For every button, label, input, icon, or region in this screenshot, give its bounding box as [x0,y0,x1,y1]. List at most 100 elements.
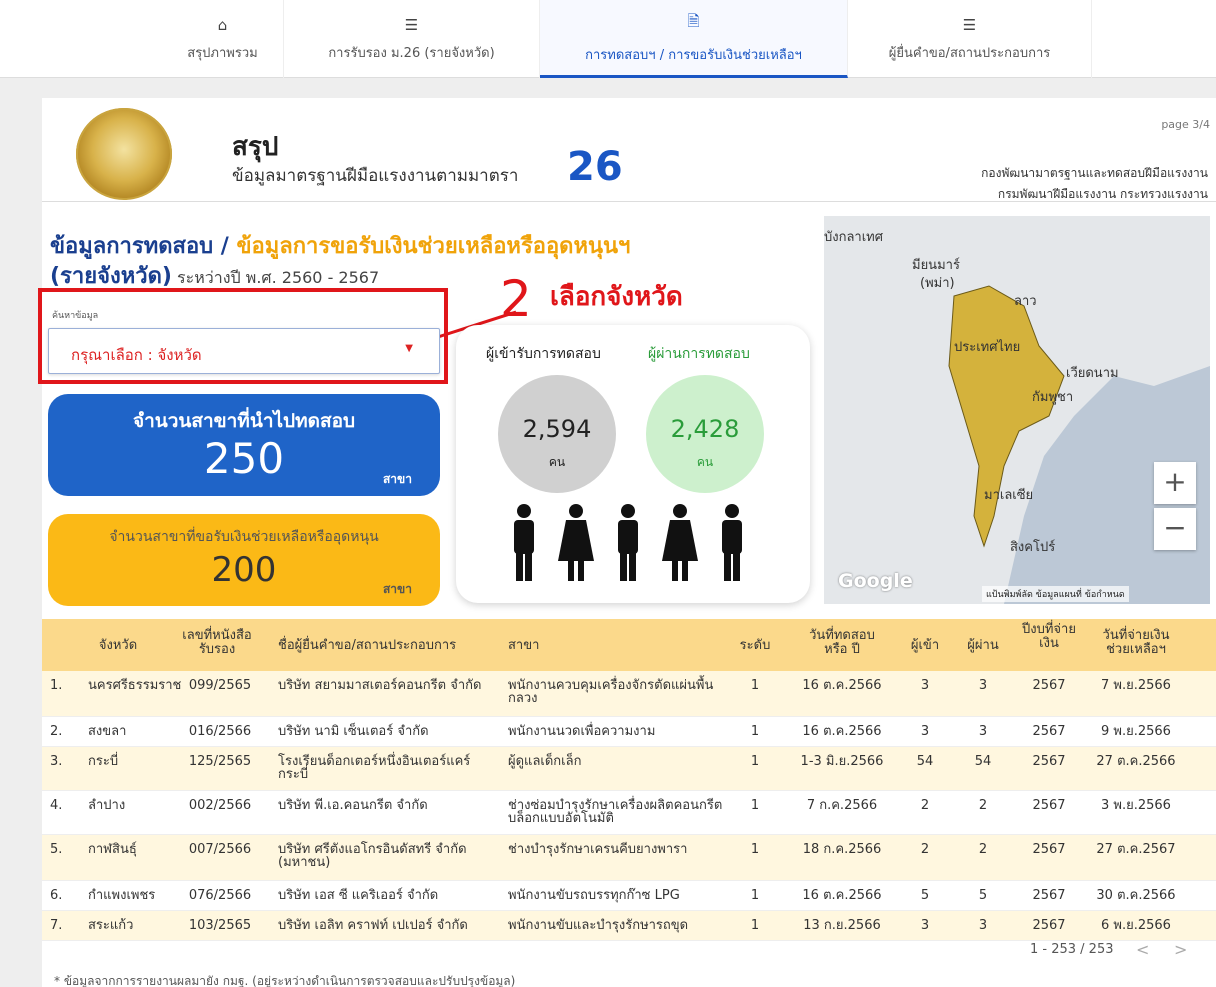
examinees-circle: 2,594 คน [498,375,616,493]
people-icons [514,504,742,581]
woman-icon [558,504,594,581]
cell-province: นครศรีธรรมราช [88,678,182,693]
row-index: 1. [50,678,63,693]
cell-examinees: 3 [920,678,930,693]
row-index: 7. [50,918,63,933]
kpi-tested-label: จำนวนสาขาที่นำไปทดสอบ [132,410,356,432]
cell-level: 1 [750,678,760,693]
document-icon: 🗎 [687,11,700,30]
cell-passed: 3 [978,918,988,933]
col-fiscal-year[interactable]: ปีงบที่จ่ายเงิน [1022,623,1076,651]
section-period: ระหว่างปี พ.ศ. 2560 - 2567 [171,268,380,287]
section-title-part1: ข้อมูลการทดสอบ / [50,234,237,259]
next-page-button[interactable]: > [1174,940,1187,959]
cell-certificate-no: 099/2565 [188,678,252,693]
passed-label: ผู้ผ่านการทดสอบ [648,346,750,362]
prev-page-button[interactable]: < [1136,940,1149,959]
map-label-malaysia: มาเลเซีย [984,488,1034,503]
cell-test-date: 16 ต.ค.2566 [802,678,882,693]
section-title-part2: ข้อมูลการขอรับเงินช่วยเหลือหรืออุดหนุนฯ [236,234,631,259]
row-index: 5. [50,842,63,857]
cell-branch: ผู้ดูแลเด็กเล็ก [508,754,582,769]
province-select[interactable]: กรุณาเลือก : จังหวัด ▼ [48,328,440,374]
cell-passed: 54 [974,754,992,769]
col-province[interactable]: จังหวัด [88,639,148,653]
cell-branch: พนักงานขับรถบรรทุกก๊าซ LPG [508,888,680,903]
cell-applicant: โรงเรียนด็อกเตอร์หนึ่งอินเตอร์แคร์ กระบี… [278,754,471,782]
col-certificate-no[interactable]: เลขที่หนังสือรับรอง [182,629,252,657]
table-row[interactable]: 2. สงขลา 016/2566 บริษัท นามิ เซ็นเตอร์ จำก… [42,717,1216,747]
cell-examinees: 3 [920,918,930,933]
cell-test-date: 1-3 มิ.ย.2566 [800,754,884,769]
cell-test-date: 7 ก.ค.2566 [806,798,878,813]
cell-passed: 2 [978,842,988,857]
section-title-province: (รายจังหวัด) [50,264,172,289]
cell-certificate-no: 016/2566 [188,724,252,739]
tab-certification[interactable]: ☰ การรับรอง ม.26 (รายจังหวัด) [284,0,540,78]
table-row[interactable]: 3. กระบี่ 125/2565 โรงเรียนด็อกเตอร์หนึ่งอิ… [42,747,1216,791]
map-label-thailand: ประเทศไทย [954,340,1021,355]
man-icon [722,504,742,581]
kpi-funded-branches: จำนวนสาขาที่ขอรับเงินช่วยเหลือหรืออุดหนุ… [48,514,440,606]
tab-testing-funding[interactable]: 🗎 การทดสอบฯ / การขอรับเงินช่วยเหลือฯ [540,0,848,78]
passed-count: 2,428 [670,415,740,443]
tab-applicants[interactable]: ☰ ผู้ยื่นคำขอ/สถานประกอบการ [848,0,1092,78]
cell-examinees: 2 [920,842,930,857]
cell-certificate-no: 076/2566 [188,888,252,903]
table-row[interactable]: 7. สระแก้ว 103/2565 บริษัท เอลิท คราฟท์ เปเ… [42,911,1216,941]
people-stats-card: ผู้เข้ารับการทดสอบ ผู้ผ่านการทดสอบ 2,594… [456,325,810,603]
top-navigation: ⌂ สรุปภาพรวม ☰ การรับรอง ม.26 (รายจังหวั… [0,0,1216,78]
kpi-funded-label: จำนวนสาขาที่ขอรับเงินช่วยเหลือหรืออุดหนุ… [109,529,379,545]
cell-applicant: บริษัท สยามมาสเตอร์คอนกรีต จำกัด [278,678,482,693]
cell-branch: พนักงานควบคุมเครื่องจักรตัดแผ่นพื้นกลวง [508,678,714,706]
col-examinees[interactable]: ผู้เข้า [902,639,948,653]
province-map[interactable]: บังกลาเทศ มียนมาร์ (พม่า) ลาว ประเทศไทย … [824,216,1210,604]
map-label-cambodia: กัมพูชา [1032,390,1074,405]
col-payment-date[interactable]: วันที่จ่ายเงินช่วยเหลือฯ [1094,629,1178,657]
zoom-out-button[interactable]: − [1154,508,1196,550]
table-row[interactable]: 6. กำแพงเพชร 076/2566 บริษัท เอส ซี แคริเออ… [42,881,1216,911]
col-branch[interactable]: สาขา [508,639,568,653]
kpi-tested-value: 250 [203,434,285,483]
cell-fiscal-year: 2567 [1032,842,1066,857]
map-footer-links[interactable]: แป้นพิมพ์ลัด ข้อมูลแผนที่ ข้อกำหนด [982,586,1129,602]
cell-province: ลำปาง [88,798,126,813]
map-label-bangladesh: บังกลาเทศ [824,230,884,245]
kpi-funded-value: 200 [211,550,277,590]
tab-label: การรับรอง ม.26 (รายจังหวัด) [328,45,495,61]
section-number: 26 [567,144,623,190]
table-row[interactable]: 1. นครศรีธรรมราช 099/2565 บริษัท สยามมาสเตอ… [42,671,1216,717]
cell-fiscal-year: 2567 [1032,888,1066,903]
cell-certificate-no: 002/2566 [188,798,252,813]
cell-payment-date: 30 ต.ค.2566 [1096,888,1176,903]
col-applicant[interactable]: ชื่อผู้ยื่นคำขอ/สถานประกอบการ [278,639,488,653]
cell-province: สงขลา [88,724,127,739]
home-icon: ⌂ [217,15,228,34]
header-divider [42,201,1216,202]
cell-province: กาฬสินธุ์ [88,842,137,857]
cell-level: 1 [750,888,760,903]
map-label-burma: (พม่า) [920,276,955,291]
col-test-date[interactable]: วันที่ทดสอบหรือ ปี [798,629,886,657]
tab-overview[interactable]: ⌂ สรุปภาพรวม [162,0,284,78]
tab-label: ผู้ยื่นคำขอ/สถานประกอบการ [888,45,1051,61]
cell-branch: ช่างซ่อมบำรุงรักษาเครื่องผลิตคอนกรีตบล็อ… [508,798,723,826]
cell-payment-date: 7 พ.ย.2566 [1101,678,1171,693]
cell-branch: พนักงานนวดเพื่อความงาม [508,724,656,739]
table-row[interactable]: 5. กาฬสินธุ์ 007/2566 บริษัท ศรีตังแอโกรอิน… [42,835,1216,881]
annotation-text: เลือกจังหวัด [550,282,683,312]
table-row[interactable]: 4. ลำปาง 002/2566 บริษัท พี.เอ.คอนกรีต จำกั… [42,791,1216,835]
cell-payment-date: 9 พ.ย.2566 [1101,724,1171,739]
cell-level: 1 [750,754,760,769]
map-label-vietnam: เวียดนาม [1066,366,1119,381]
cell-passed: 2 [978,798,988,813]
cell-test-date: 13 ก.ย.2566 [803,918,881,933]
list-icon: ☰ [962,15,977,34]
col-passed[interactable]: ผู้ผ่าน [960,639,1006,653]
zoom-in-button[interactable]: + [1154,462,1196,504]
cell-province: สระแก้ว [88,918,134,933]
col-level[interactable]: ระดับ [732,639,778,653]
cell-test-date: 18 ก.ค.2566 [802,842,882,857]
map-label-laos: ลาว [1014,294,1037,309]
annotation-step-number: 2 [500,270,532,328]
